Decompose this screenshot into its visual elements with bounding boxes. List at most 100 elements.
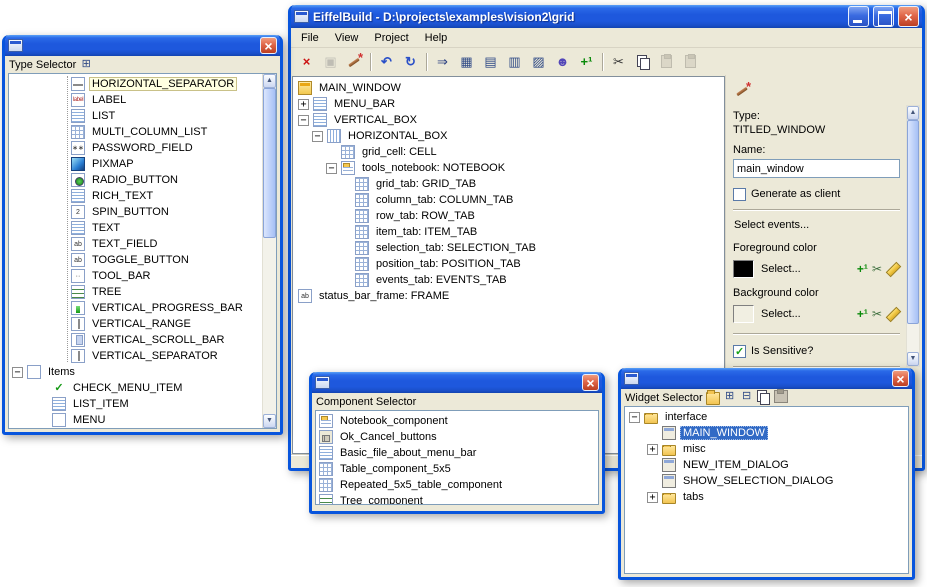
collapse-icon[interactable]: − bbox=[629, 412, 640, 423]
scissors-icon[interactable] bbox=[872, 307, 882, 321]
view-mixed-button[interactable]: ▨ bbox=[527, 51, 550, 73]
add-constant-icon[interactable] bbox=[857, 307, 868, 321]
eraser-icon[interactable] bbox=[886, 307, 900, 321]
scroll-up-button[interactable] bbox=[263, 74, 276, 88]
type-item[interactable]: ✓CHECK_MENU_ITEM bbox=[9, 380, 262, 396]
close-button[interactable] bbox=[582, 374, 599, 391]
tree-item[interactable]: MAIN_WINDOW bbox=[293, 80, 724, 96]
type-item[interactable]: labelLABEL bbox=[9, 92, 262, 108]
menu-project[interactable]: Project bbox=[366, 30, 416, 46]
is-sensitive-checkbox[interactable] bbox=[733, 345, 746, 358]
collapse-icon[interactable]: − bbox=[298, 115, 309, 126]
expand-icon[interactable]: + bbox=[647, 492, 658, 503]
tree-item[interactable]: abstatus_bar_frame: FRAME bbox=[293, 288, 724, 304]
component-item[interactable]: Notebook_component bbox=[316, 413, 598, 429]
tree-item[interactable]: grid_cell: CELL bbox=[293, 144, 724, 160]
scroll-up-button[interactable] bbox=[907, 106, 919, 120]
type-item[interactable]: VERTICAL_PROGRESS_BAR bbox=[9, 300, 262, 316]
scroll-down-button[interactable] bbox=[263, 414, 276, 428]
type-item[interactable]: LIST_ITEM bbox=[9, 396, 262, 412]
tree-item[interactable]: position_tab: POSITION_TAB bbox=[293, 256, 724, 272]
type-item[interactable]: 2SPIN_BUTTON bbox=[9, 204, 262, 220]
type-item[interactable]: HORIZONTAL_SEPARATOR bbox=[9, 76, 262, 92]
collapse-all-icon[interactable]: ⊟ bbox=[740, 390, 754, 403]
type-list-scrollbar[interactable] bbox=[262, 74, 276, 428]
generate-as-client-row[interactable]: Generate as client bbox=[733, 187, 900, 201]
type-item[interactable]: MULTI_COLUMN_LIST bbox=[9, 124, 262, 140]
collapse-icon[interactable]: − bbox=[312, 131, 323, 142]
tree-item[interactable]: grid_tab: GRID_TAB bbox=[293, 176, 724, 192]
delete-button[interactable]: × bbox=[295, 51, 318, 73]
minimize-button[interactable] bbox=[848, 6, 869, 27]
foreground-color-swatch[interactable] bbox=[733, 260, 754, 278]
widget-item[interactable]: +misc bbox=[625, 441, 908, 457]
undo-button[interactable]: ↶ bbox=[375, 51, 398, 73]
eraser-icon[interactable] bbox=[886, 262, 900, 276]
component-item[interactable]: Table_component_5x5 bbox=[316, 461, 598, 477]
menu-help[interactable]: Help bbox=[417, 30, 456, 46]
paste-special-button[interactable] bbox=[679, 51, 702, 73]
widget-item[interactable]: MAIN_WINDOW bbox=[625, 425, 908, 441]
export-button[interactable]: ⇒ bbox=[431, 51, 454, 73]
tree-item[interactable]: column_tab: COLUMN_TAB bbox=[293, 192, 724, 208]
type-item[interactable]: ∗∗PASSWORD_FIELD bbox=[9, 140, 262, 156]
copy-widget-icon[interactable] bbox=[757, 390, 771, 403]
type-item[interactable]: LIST bbox=[9, 108, 262, 124]
type-item[interactable]: RICH_TEXT bbox=[9, 188, 262, 204]
component-item[interactable]: Tree_component bbox=[316, 493, 598, 504]
background-color-swatch[interactable] bbox=[733, 305, 754, 323]
cut-button[interactable]: ✂ bbox=[607, 51, 630, 73]
paste-button[interactable] bbox=[655, 51, 678, 73]
is-sensitive-row[interactable]: Is Sensitive? bbox=[733, 344, 900, 358]
view-rows-button[interactable]: ▤ bbox=[479, 51, 502, 73]
name-input[interactable] bbox=[733, 159, 900, 178]
collapse-icon[interactable]: − bbox=[326, 163, 337, 174]
scissors-icon[interactable] bbox=[872, 262, 882, 276]
type-item[interactable]: RADIO_BUTTON bbox=[9, 172, 262, 188]
paste-widget-icon[interactable] bbox=[774, 390, 788, 403]
menu-view[interactable]: View bbox=[327, 30, 367, 46]
tree-item[interactable]: −HORIZONTAL_BOX bbox=[293, 128, 724, 144]
tree-item[interactable]: −tools_notebook: NOTEBOOK bbox=[293, 160, 724, 176]
close-button[interactable] bbox=[898, 6, 919, 27]
expand-icon[interactable]: + bbox=[298, 99, 309, 110]
component-item[interactable]: Basic_file_about_menu_bar bbox=[316, 445, 598, 461]
tree-item[interactable]: selection_tab: SELECTION_TAB bbox=[293, 240, 724, 256]
generate-as-client-checkbox[interactable] bbox=[733, 188, 746, 201]
new-directory-icon[interactable] bbox=[706, 392, 720, 405]
titlebar[interactable] bbox=[5, 35, 280, 56]
tree-item[interactable]: row_tab: ROW_TAB bbox=[293, 208, 724, 224]
maximize-button[interactable] bbox=[873, 6, 894, 27]
type-item[interactable]: abTEXT_FIELD bbox=[9, 236, 262, 252]
widget-item[interactable]: −interface bbox=[625, 409, 908, 425]
scroll-thumb[interactable] bbox=[907, 120, 919, 324]
type-item[interactable]: VERTICAL_SEPARATOR bbox=[9, 348, 262, 364]
type-item[interactable]: abTOGGLE_BUTTON bbox=[9, 252, 262, 268]
type-item[interactable]: MENU bbox=[9, 412, 262, 428]
widget-item[interactable]: SHOW_SELECTION_DIALOG bbox=[625, 473, 908, 489]
events-wand-icon[interactable] bbox=[735, 83, 750, 98]
tree-item[interactable]: item_tab: ITEM_TAB bbox=[293, 224, 724, 240]
scroll-thumb[interactable] bbox=[263, 88, 276, 238]
background-select-button[interactable]: Select... bbox=[758, 307, 804, 321]
type-item[interactable]: PIXMAP bbox=[9, 156, 262, 172]
widget-item[interactable]: NEW_ITEM_DIALOG bbox=[625, 457, 908, 473]
type-item[interactable]: TEXT bbox=[9, 220, 262, 236]
view-grid-button[interactable]: ▦ bbox=[455, 51, 478, 73]
tree-item[interactable]: events_tab: EVENTS_TAB bbox=[293, 272, 724, 288]
close-button[interactable] bbox=[892, 370, 909, 387]
type-item[interactable]: VERTICAL_RANGE bbox=[9, 316, 262, 332]
copy-button[interactable] bbox=[631, 51, 654, 73]
wand-button[interactable] bbox=[343, 51, 366, 73]
close-button[interactable] bbox=[260, 37, 277, 54]
scroll-down-button[interactable] bbox=[907, 352, 919, 366]
select-events-button[interactable]: Select events... bbox=[733, 217, 900, 233]
scroll-track[interactable] bbox=[263, 88, 276, 414]
titlebar[interactable]: EiffelBuild - D:\projects\examples\visio… bbox=[291, 5, 922, 28]
panel-scrollbar[interactable] bbox=[906, 105, 920, 367]
scroll-track[interactable] bbox=[907, 120, 919, 352]
menu-file[interactable]: File bbox=[293, 30, 327, 46]
add-one-button[interactable]: +¹ bbox=[575, 51, 598, 73]
type-item[interactable]: TREE bbox=[9, 284, 262, 300]
titlebar[interactable] bbox=[621, 368, 912, 389]
